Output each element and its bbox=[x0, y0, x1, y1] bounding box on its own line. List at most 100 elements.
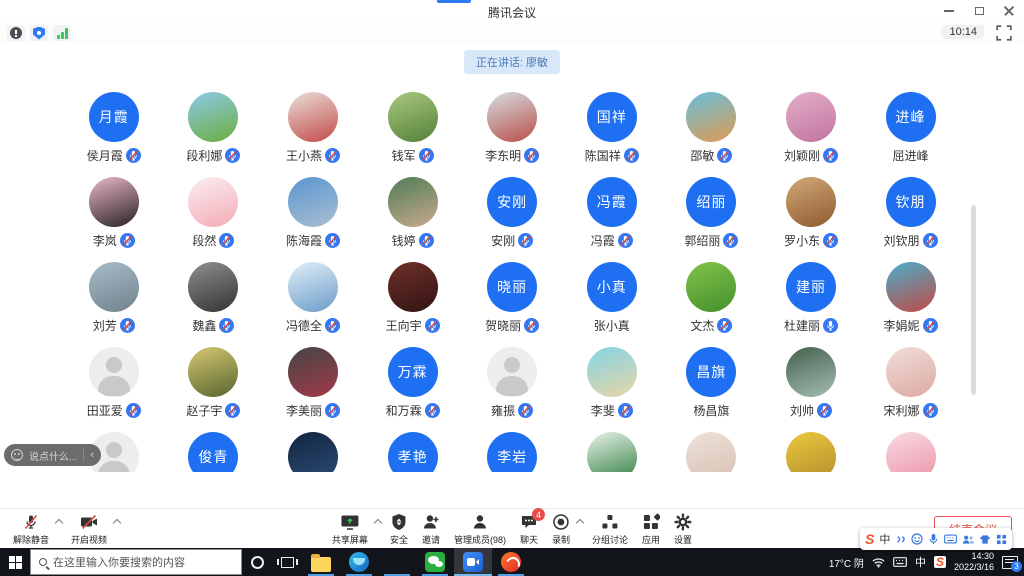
skin-icon[interactable] bbox=[979, 534, 991, 545]
weather-widget[interactable]: 17°C 阴 bbox=[829, 555, 864, 570]
participant-tile[interactable]: 刘芳 bbox=[64, 262, 164, 347]
taskbar-app-edge[interactable] bbox=[340, 548, 378, 576]
participant-tile[interactable]: 王向宇 bbox=[363, 262, 463, 347]
contacts-icon[interactable] bbox=[962, 534, 974, 545]
toolbar-button-breakout[interactable]: 分组讨论 bbox=[585, 512, 635, 546]
toolbar-button-settings-gear[interactable]: 设置 bbox=[667, 512, 699, 546]
participant-tile[interactable] bbox=[662, 432, 762, 472]
participant-tile[interactable]: 俊青 bbox=[164, 432, 264, 472]
participant-tile[interactable]: 孝艳 bbox=[363, 432, 463, 472]
network-quality-button[interactable] bbox=[53, 25, 71, 41]
participant-tile[interactable]: 昌旗 杨昌旗 bbox=[662, 347, 762, 432]
task-view-button[interactable] bbox=[272, 548, 302, 576]
participant-tile[interactable]: 王小燕 bbox=[263, 92, 363, 177]
participant-tile[interactable]: 陈海霞 bbox=[263, 177, 363, 262]
participant-tile[interactable]: 小真 张小真 bbox=[562, 262, 662, 347]
collapse-arrow-icon[interactable]: ‹ bbox=[90, 450, 94, 460]
participant-tile[interactable] bbox=[562, 432, 662, 472]
toolbar-button-screen-share[interactable]: 共享屏幕 bbox=[325, 512, 375, 546]
participant-tile[interactable]: 赵子宇 bbox=[164, 347, 264, 432]
toolbar-button-invite-person[interactable]: 邀请 bbox=[415, 512, 447, 546]
taskbar-app-wechat[interactable] bbox=[416, 548, 454, 576]
taskbar-search-input[interactable]: 在这里输入你要搜索的内容 bbox=[30, 549, 242, 575]
sogou-logo-icon[interactable]: S bbox=[865, 531, 874, 547]
participant-tile[interactable]: 进峰 屈进峰 bbox=[861, 92, 961, 177]
sogou-input-toolbar[interactable]: S 中 bbox=[860, 528, 1012, 550]
participant-tile[interactable]: 李美丽 bbox=[263, 347, 363, 432]
start-button[interactable] bbox=[0, 548, 30, 576]
participant-tile[interactable]: 李娟妮 bbox=[861, 262, 961, 347]
toolbar-button-record[interactable]: 录制 bbox=[545, 512, 577, 546]
participant-tile[interactable]: 罗小东 bbox=[761, 177, 861, 262]
participant-tile[interactable]: 田亚爱 bbox=[64, 347, 164, 432]
participant-tile[interactable]: 李斐 bbox=[562, 347, 662, 432]
punctuation-icon[interactable] bbox=[895, 534, 906, 545]
fullscreen-button[interactable] bbox=[996, 25, 1012, 41]
toolbar-button-camera-off[interactable]: 开启视频 bbox=[64, 512, 114, 546]
participant-tile[interactable]: 李岚 bbox=[64, 177, 164, 262]
maximize-button[interactable] bbox=[964, 0, 994, 22]
scrollbar[interactable] bbox=[971, 205, 976, 395]
taskbar-app-sogou[interactable] bbox=[492, 548, 530, 576]
participant-tile[interactable]: 钦朋 刘钦朋 bbox=[861, 177, 961, 262]
keyboard-icon[interactable] bbox=[944, 534, 957, 544]
title-bar[interactable]: 腾讯会议 bbox=[0, 0, 1024, 22]
participant-tile[interactable]: 段然 bbox=[164, 177, 264, 262]
ime-indicator[interactable]: 中 bbox=[915, 554, 926, 570]
voice-input-icon[interactable] bbox=[928, 533, 939, 545]
participant-tile[interactable]: 刘颖刚 bbox=[761, 92, 861, 177]
participant-tile[interactable]: 魏鑫 bbox=[164, 262, 264, 347]
participant-tile[interactable] bbox=[263, 432, 363, 472]
notification-center-button[interactable]: 3 bbox=[1002, 556, 1018, 569]
toolbar-button-members[interactable]: 管理成员(98) bbox=[447, 512, 513, 546]
ime-mode-toggle[interactable]: 中 bbox=[879, 531, 890, 547]
participant-tile[interactable]: 宋利娜 bbox=[861, 347, 961, 432]
participant-tile[interactable] bbox=[861, 432, 961, 472]
participant-tile[interactable]: 段利娜 bbox=[164, 92, 264, 177]
participant-tile[interactable]: 冯霞 冯霞 bbox=[562, 177, 662, 262]
participant-tile[interactable]: 刘帅 bbox=[761, 347, 861, 432]
toolbar-button-mic-off[interactable]: 解除静音 bbox=[6, 512, 56, 546]
meeting-info-button[interactable] bbox=[7, 25, 25, 41]
taskbar-app-user-app[interactable] bbox=[378, 548, 416, 576]
emoji-icon[interactable] bbox=[11, 449, 23, 461]
chevron-up-icon[interactable] bbox=[113, 519, 121, 527]
participant-tile[interactable]: 雍振 bbox=[462, 347, 562, 432]
participant-tile[interactable]: 绍丽 郭绍丽 bbox=[662, 177, 762, 262]
quick-chat-bubble[interactable]: 说点什么... ‹ bbox=[4, 444, 101, 466]
touch-keyboard-icon[interactable] bbox=[893, 557, 907, 567]
chevron-up-icon[interactable] bbox=[55, 519, 63, 527]
search-icon bbox=[39, 558, 47, 566]
toolbox-grid-icon[interactable] bbox=[996, 534, 1007, 545]
participant-tile[interactable]: 文杰 bbox=[662, 262, 762, 347]
participant-tile[interactable]: 晓丽 贺晓丽 bbox=[462, 262, 562, 347]
cortana-button[interactable] bbox=[242, 548, 272, 576]
participant-tile[interactable]: 钱婷 bbox=[363, 177, 463, 262]
participant-tile[interactable] bbox=[761, 432, 861, 472]
taskbar-app-file-explorer[interactable] bbox=[302, 548, 340, 576]
network-icon[interactable] bbox=[872, 557, 885, 568]
emoji-icon[interactable] bbox=[911, 533, 923, 545]
taskbar-app-tencent-meeting[interactable] bbox=[454, 548, 492, 576]
participant-tile[interactable]: 李岩 bbox=[462, 432, 562, 472]
toolbar-button-security-shield[interactable]: 安全 bbox=[383, 512, 415, 546]
toolbar-button-chat[interactable]: 4 聊天 bbox=[513, 512, 545, 546]
toolbar-button-apps[interactable]: 应用 bbox=[635, 512, 667, 546]
participant-tile[interactable]: 邵敏 bbox=[662, 92, 762, 177]
participant-tile[interactable]: 安刚 安刚 bbox=[462, 177, 562, 262]
close-button[interactable] bbox=[994, 0, 1024, 22]
chevron-up-icon[interactable] bbox=[374, 519, 382, 527]
participant-tile[interactable]: 冯德全 bbox=[263, 262, 363, 347]
minimize-button[interactable] bbox=[934, 0, 964, 22]
participant-tile[interactable]: 万霖 和万霖 bbox=[363, 347, 463, 432]
chat-input-placeholder[interactable]: 说点什么... bbox=[29, 448, 77, 463]
participant-tile[interactable]: 月霞 侯月霞 bbox=[64, 92, 164, 177]
participant-tile[interactable]: 钱军 bbox=[363, 92, 463, 177]
participant-tile[interactable]: 建丽 杜建丽 bbox=[761, 262, 861, 347]
chevron-up-icon[interactable] bbox=[576, 519, 584, 527]
participant-tile[interactable]: 国祥 陈国祥 bbox=[562, 92, 662, 177]
protection-button[interactable] bbox=[30, 25, 48, 41]
sogou-tray-icon[interactable]: S bbox=[934, 556, 946, 568]
participant-tile[interactable]: 李东明 bbox=[462, 92, 562, 177]
taskbar-clock[interactable]: 14:30 2022/3/16 bbox=[954, 551, 994, 573]
